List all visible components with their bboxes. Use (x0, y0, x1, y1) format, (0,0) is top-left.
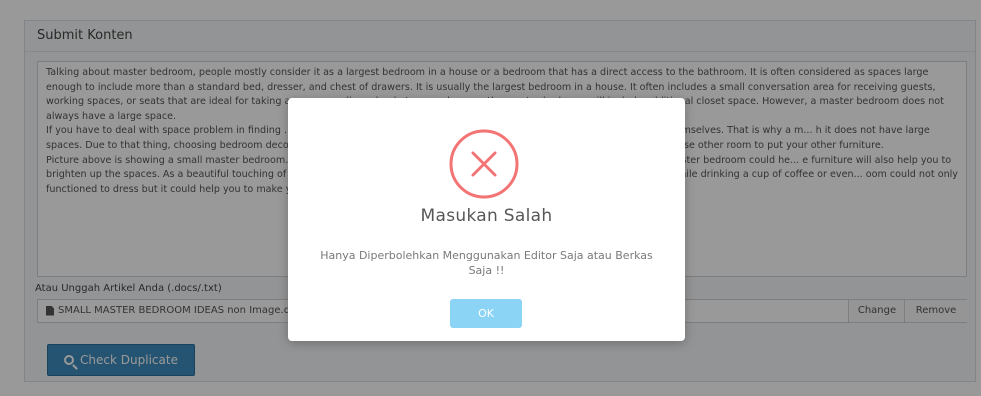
ok-button[interactable]: OK (450, 299, 522, 328)
error-x-icon (449, 129, 519, 199)
dialog-title: Masukan Salah (420, 206, 553, 226)
dialog-message: Hanya Diperbolehkan Menggunakan Editor S… (320, 249, 653, 277)
error-dialog: Masukan Salah Hanya Diperbolehkan Menggu… (288, 98, 685, 341)
